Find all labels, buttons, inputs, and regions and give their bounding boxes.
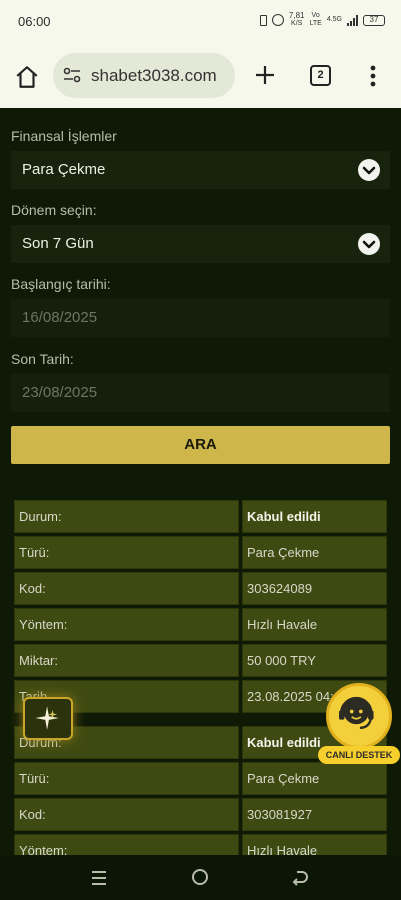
start-date-field[interactable]: 16/08/2025 xyxy=(11,299,390,337)
category-select[interactable]: Para Çekme xyxy=(11,151,390,189)
net-speed-value: 7,81 xyxy=(288,11,305,20)
row-key: Türü: xyxy=(14,762,239,795)
period-value: Son 7 Gün xyxy=(22,235,94,252)
status-icons: 7,81 K/S Vo LTE 4.5G 37 xyxy=(259,12,385,28)
back-icon[interactable] xyxy=(291,869,309,887)
home-nav-icon[interactable] xyxy=(192,869,208,885)
row-value: Hızlı Havale xyxy=(242,834,387,855)
end-date-field[interactable]: 23/08/2025 xyxy=(11,374,390,412)
table-row: Durum: Kabul edildi xyxy=(14,500,387,533)
row-key: Durum: xyxy=(14,500,239,533)
table-row: Kod: 303081927 xyxy=(14,798,387,831)
row-value: Hızlı Havale xyxy=(242,608,387,641)
table-row: Yöntem: Hızlı Havale xyxy=(14,608,387,641)
signal-icon xyxy=(347,14,358,26)
start-date-label: Başlangıç tarihi: xyxy=(11,276,111,292)
live-support-label: CANLI DESTEK xyxy=(318,746,400,764)
url-text: shabet3038.com xyxy=(91,66,217,85)
carrier-text: Vo LTE xyxy=(309,12,321,28)
row-key: Kod: xyxy=(14,572,239,605)
battery-icon: 37 xyxy=(363,14,385,26)
table-row: Yöntem: Hızlı Havale xyxy=(14,834,387,855)
row-key: Yöntem: xyxy=(14,608,239,641)
tabs-icon[interactable]: 2 xyxy=(310,65,331,86)
row-value: Kabul edildi xyxy=(242,500,387,533)
more-vert-icon[interactable] xyxy=(368,64,378,88)
address-bar[interactable]: shabet3038.com xyxy=(53,53,235,98)
chevron-down-icon xyxy=(358,159,380,181)
net-speed: 7,81 K/S xyxy=(289,12,305,28)
period-label: Dönem seçin: xyxy=(11,202,97,218)
carrier-2: LTE xyxy=(309,20,322,27)
table-row: Türü: Para Çekme xyxy=(14,536,387,569)
sparkle-icon xyxy=(35,706,59,730)
network-type: 4.5G xyxy=(327,16,342,24)
plus-icon[interactable] xyxy=(254,64,276,86)
row-value: 50 000 TRY xyxy=(242,644,387,677)
table-row: Miktar: 50 000 TRY xyxy=(14,644,387,677)
live-support-button[interactable]: CANLI DESTEK xyxy=(318,683,400,767)
carrier-1: Vo xyxy=(311,12,320,19)
row-value: Para Çekme xyxy=(242,536,387,569)
row-key: Yöntem: xyxy=(14,834,239,855)
status-bar: 06:00 7,81 K/S Vo LTE 4.5G 37 xyxy=(0,0,401,44)
table-row: Kod: 303624089 xyxy=(14,572,387,605)
vibrate-icon xyxy=(259,14,267,26)
row-key: Türü: xyxy=(14,536,239,569)
start-date-value: 16/08/2025 xyxy=(22,309,98,326)
floating-menu-button[interactable] xyxy=(23,697,73,740)
network-type-label: 4.5G xyxy=(326,16,342,23)
category-label: Finansal İşlemler xyxy=(11,128,117,144)
row-value: 303624089 xyxy=(242,572,387,605)
chevron-down-icon xyxy=(358,233,380,255)
category-value: Para Çekme xyxy=(22,161,106,178)
row-key: Kod: xyxy=(14,798,239,831)
search-button[interactable]: ARA xyxy=(11,426,390,464)
row-value: 303081927 xyxy=(242,798,387,831)
browser-toolbar: shabet3038.com 2 xyxy=(0,44,401,108)
alarm-icon xyxy=(271,14,284,26)
recents-icon[interactable] xyxy=(90,870,108,886)
period-select[interactable]: Son 7 Gün xyxy=(11,225,390,263)
status-time: 06:00 xyxy=(18,14,51,29)
end-date-label: Son Tarih: xyxy=(11,351,74,367)
home-icon[interactable] xyxy=(14,64,40,90)
system-nav-bar xyxy=(0,855,401,900)
end-date-value: 23/08/2025 xyxy=(22,384,98,401)
site-settings-icon[interactable] xyxy=(63,67,81,83)
net-speed-unit: K/S xyxy=(291,20,303,27)
support-agent-icon xyxy=(326,683,392,749)
row-key: Miktar: xyxy=(14,644,239,677)
